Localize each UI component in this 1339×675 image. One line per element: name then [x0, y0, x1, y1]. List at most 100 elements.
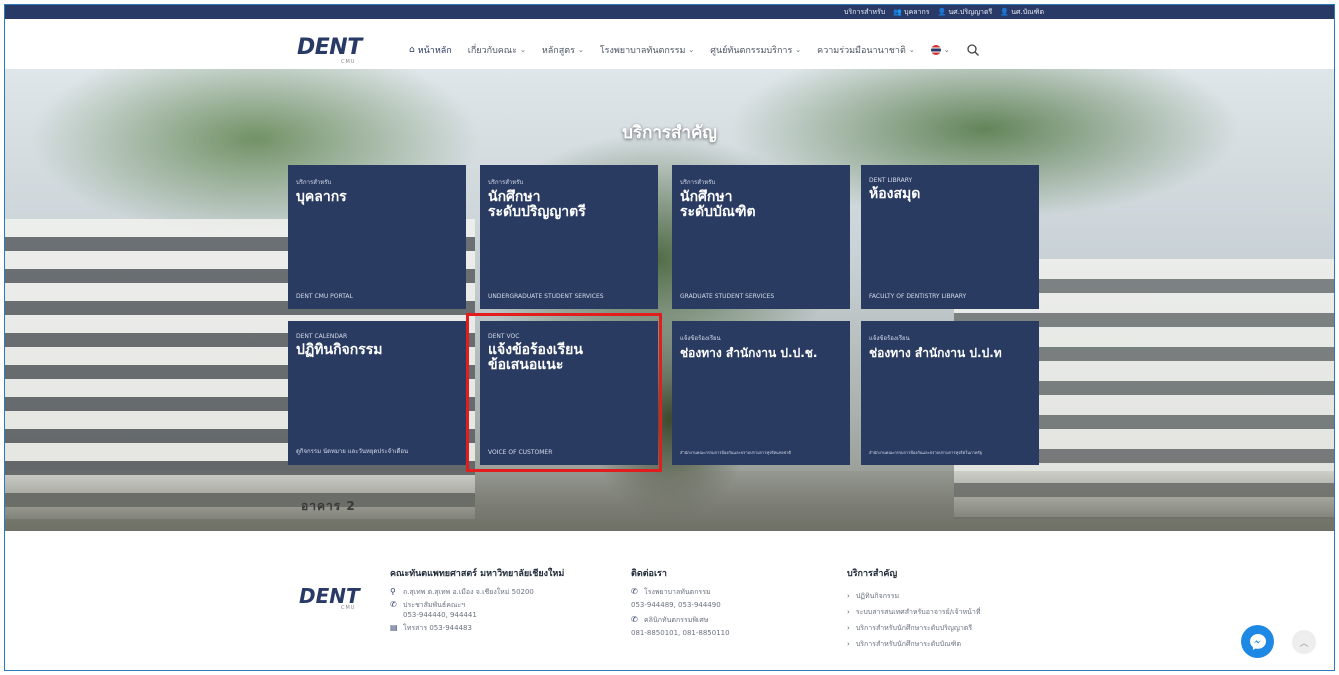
footer-pr-label: ประชาสัมพันธ์คณะฯ	[403, 601, 466, 609]
nav-hospital[interactable]: โรงพยาบาลทันตกรรม ⌄	[600, 43, 694, 57]
card-title: นักศึกษา ระดับบัณฑิต	[680, 189, 756, 220]
card-kicker: DENT CALENDAR	[296, 333, 348, 340]
nav-hospital-label: โรงพยาบาลทันตกรรม	[599, 46, 686, 56]
card-title: บุคลากร	[296, 189, 347, 205]
nav-home[interactable]: ⌂ หน้าหลัก	[409, 43, 452, 57]
chevron-right-icon: ›	[847, 640, 850, 648]
utility-link-grad-label: นศ.บัณฑิต	[1011, 7, 1044, 16]
nav-international[interactable]: ความร่วมมือนานาชาติ ⌄	[817, 43, 915, 57]
card-footer: ดูกิจกรรม นัดหมาย และวันหยุดประจำเดือน	[296, 448, 409, 455]
home-icon: ⌂	[409, 45, 415, 55]
thai-flag-icon	[930, 45, 941, 55]
fax-icon: ▤	[390, 623, 398, 632]
card-footer: สำนักงานคณะกรรมการป้องกันและปราบปรามการท…	[680, 450, 792, 455]
building-sign: อาคาร 2	[301, 499, 356, 513]
messenger-icon	[1249, 633, 1266, 650]
footer-contact-title: ติดต่อเรา	[631, 569, 667, 579]
chevron-down-icon: ⌄	[688, 46, 695, 54]
footer-hospital-label: โรงพยาบาลทันตกรรม	[644, 588, 711, 596]
footer-service-link[interactable]: › บริการสำหรับนักศึกษาระดับบัณฑิต	[847, 639, 1087, 649]
card-kicker: บริการสำหรับ	[680, 179, 716, 186]
service-card-undergrad[interactable]: บริการสำหรับ นักศึกษา ระดับปริญญาตรี UND…	[480, 165, 658, 309]
chevron-right-icon: ›	[847, 624, 850, 632]
card-kicker: บริการสำหรับ	[488, 179, 524, 186]
nav-about[interactable]: เกี่ยวกับคณะ ⌄	[468, 43, 526, 57]
footer-service-link[interactable]: › ระบบสารสนเทศสำหรับอาจารย์/เจ้าหน้าที่	[847, 607, 1087, 617]
service-card-library[interactable]: DENT LIBRARY ห้องสมุด FACULTY OF DENTIST…	[861, 165, 1039, 309]
main-nav: ⌂ หน้าหลัก เกี่ยวกับคณะ ⌄ หลักสูตร ⌄ โรง…	[409, 43, 980, 57]
service-card-grad[interactable]: บริการสำหรับ นักศึกษา ระดับบัณฑิต GRADUA…	[672, 165, 850, 309]
search-icon	[966, 44, 979, 56]
card-title: ห้องสมุด	[869, 186, 921, 202]
utility-link-staff[interactable]: 👥 บุคลากร	[893, 7, 929, 18]
graduate-icon: 👤	[1000, 7, 1010, 16]
footer-service-link[interactable]: › ปฏิทินกิจกรรม	[847, 591, 1087, 601]
utility-link-undergrad-label: นศ.ปริญญาตรี	[948, 7, 993, 16]
utility-link-staff-label: บุคลากร	[904, 7, 930, 16]
footer-service-link[interactable]: › บริการสำหรับนักศึกษาระดับปริญญาตรี	[847, 623, 1087, 633]
footer-services-column: บริการสำคัญ › ปฏิทินกิจกรรม › ระบบสารสนเทศ…	[847, 569, 1087, 655]
messenger-chat-button[interactable]	[1241, 625, 1274, 658]
chevron-down-icon: ⌄	[577, 46, 584, 54]
card-title: ปฏิทินกิจกรรม	[296, 342, 383, 358]
back-to-top-button[interactable]: ︿	[1292, 630, 1316, 654]
search-button[interactable]	[966, 43, 980, 57]
service-card-pacc[interactable]: แจ้งข้อร้องเรียน ช่องทาง สำนักงาน ป.ป.ท …	[861, 321, 1039, 465]
chevron-down-icon: ⌄	[795, 46, 802, 54]
card-kicker: แจ้งข้อร้องเรียน	[680, 335, 721, 342]
card-kicker: บริการสำหรับ	[296, 179, 332, 186]
chevron-right-icon: ›	[847, 608, 850, 616]
chevron-down-icon: ⌄	[943, 46, 950, 54]
site-logo[interactable]: DENT	[297, 35, 362, 60]
footer-pr-phone[interactable]: 053-944440, 944441	[403, 611, 477, 619]
nav-international-label: ความร่วมมือนานาชาติ	[817, 46, 906, 56]
card-footer: FACULTY OF DENTISTRY LIBRARY	[869, 293, 967, 300]
card-kicker: แจ้งข้อร้องเรียน	[869, 335, 910, 342]
hero-title: บริการสำคัญ	[622, 123, 717, 143]
student-icon: 👤	[937, 7, 947, 16]
nav-services-center[interactable]: ศูนย์ทันตกรรมบริการ ⌄	[710, 43, 801, 57]
chevron-down-icon: ⌄	[519, 46, 526, 54]
service-card-nacc[interactable]: แจ้งข้อร้องเรียน ช่องทาง สำนักงาน ป.ป.ช.…	[672, 321, 850, 465]
ground-image	[5, 471, 1334, 531]
utility-bar: บริการสำหรับ 👥 บุคลากร 👤 นศ.ปริญญาตรี 👤 …	[5, 5, 1334, 19]
nav-curriculum[interactable]: หลักสูตร ⌄	[542, 43, 584, 57]
footer-services-title: บริการสำคัญ	[847, 569, 898, 579]
service-card-calendar[interactable]: DENT CALENDAR ปฏิทินกิจกรรม ดูกิจกรรม นั…	[288, 321, 466, 465]
language-switcher[interactable]: ⌄	[930, 45, 950, 55]
card-title: ช่องทาง สำนักงาน ป.ป.ช.	[680, 346, 818, 360]
footer-faculty-title: คณะทันตแพทยศาสตร์ มหาวิทยาลัยเชียงใหม่	[390, 569, 565, 579]
footer-hospital: ✆ โรงพยาบาลทันตกรรม	[631, 587, 821, 597]
utility-links: บริการสำหรับ 👥 บุคลากร 👤 นศ.ปริญญาตรี 👤 …	[844, 5, 1044, 19]
footer-address-text: ถ.สุเทพ ต.สุเทพ อ.เมือง จ.เชียงใหม่ 5020…	[403, 588, 534, 596]
footer-pr-text: ประชาสัมพันธ์คณะฯ 053-944440, 944441	[403, 600, 477, 620]
footer-service-label: บริการสำหรับนักศึกษาระดับบัณฑิต	[855, 640, 962, 648]
footer-fax: ▤ โทรสาร 053-944483	[390, 623, 615, 633]
nav-services-center-label: ศูนย์ทันตกรรมบริการ	[710, 46, 793, 56]
card-footer: สำนักงานคณะกรรมการป้องกันและปราบปรามการท…	[869, 450, 982, 455]
utility-link-undergrad[interactable]: 👤 นศ.ปริญญาตรี	[938, 7, 993, 18]
footer-hospital-phone[interactable]: 053-944489, 053-944490	[631, 600, 821, 610]
card-title: ช่องทาง สำนักงาน ป.ป.ท	[869, 346, 1002, 360]
site-header: DENT CMU ⌂ หน้าหลัก เกี่ยวกับคณะ ⌄ หลักส…	[5, 19, 1334, 69]
chevron-up-icon: ︿	[1299, 638, 1309, 649]
phone-icon: ✆	[631, 615, 638, 624]
chevron-right-icon: ›	[847, 592, 850, 600]
utility-link-grad[interactable]: 👤 นศ.บัณฑิต	[1000, 7, 1044, 18]
footer-service-label: ระบบสารสนเทศสำหรับอาจารย์/เจ้าหน้าที่	[855, 608, 981, 616]
footer-clinic-phone[interactable]: 081-8850101, 081-8850110	[631, 628, 821, 638]
location-pin-icon: ⚲	[390, 587, 396, 596]
card-title: นักศึกษา ระดับปริญญาตรี	[488, 189, 586, 220]
footer-clinic: ✆ คลินิกทันตกรรมพิเศษ	[631, 615, 821, 625]
hero-section: อาคาร 2 บริการสำคัญ บริการสำหรับ บุคลากร…	[5, 69, 1334, 531]
phone-icon: ✆	[390, 600, 397, 609]
card-footer: UNDERGRADUATE STUDENT SERVICES	[488, 293, 604, 300]
footer-service-label: บริการสำหรับนักศึกษาระดับปริญญาตรี	[855, 624, 973, 632]
footer-fax-text: โทรสาร 053-944483	[403, 624, 472, 632]
chevron-down-icon: ⌄	[908, 46, 915, 54]
phone-icon: ✆	[631, 587, 638, 596]
service-card-staff[interactable]: บริการสำหรับ บุคลากร DENT CMU PORTAL	[288, 165, 466, 309]
staff-icon: 👥	[893, 7, 902, 16]
card-kicker: DENT LIBRARY	[869, 177, 913, 184]
footer-pr: ✆ ประชาสัมพันธ์คณะฯ 053-944440, 944441	[390, 600, 615, 620]
